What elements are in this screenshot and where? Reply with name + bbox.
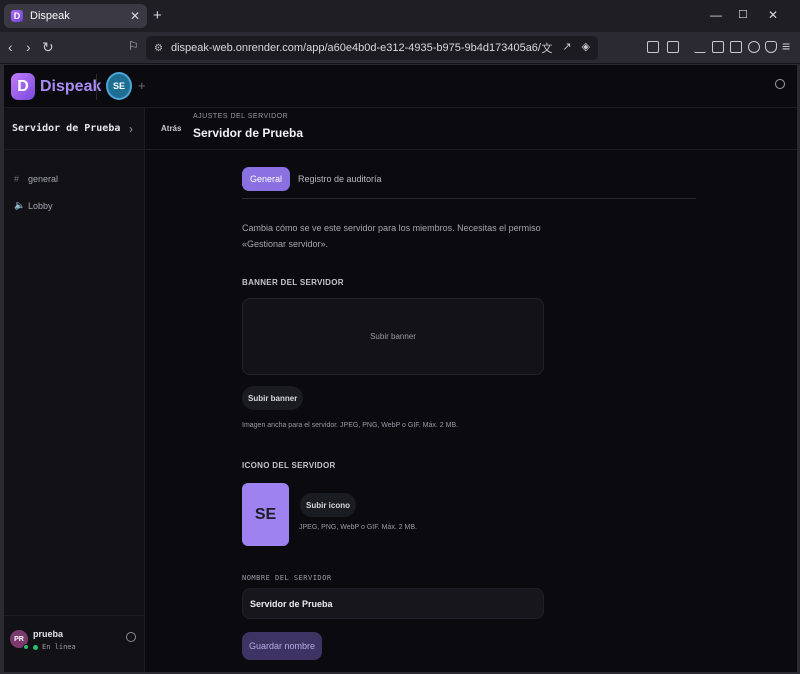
brand-name: Dispeak bbox=[40, 78, 102, 95]
download-icon[interactable] bbox=[694, 41, 706, 53]
search-icon[interactable] bbox=[775, 79, 785, 89]
wallet-icon[interactable] bbox=[730, 41, 742, 53]
name-field-label: NOMBRE DEL SERVIDOR bbox=[242, 574, 332, 582]
reader-icon[interactable] bbox=[667, 41, 679, 53]
channel-sidebar: Servidor de Prueba › # general 🔈 Lobby P… bbox=[4, 108, 145, 672]
minimize-window-icon[interactable]: — bbox=[710, 8, 722, 22]
channel-label: Lobby bbox=[28, 200, 53, 211]
extensions-icon[interactable] bbox=[647, 41, 659, 53]
back-button[interactable]: Atrás bbox=[161, 124, 181, 133]
sidebar-toggle-icon[interactable] bbox=[712, 41, 724, 53]
icon-hint: JPEG, PNG, WebP o GIF. Máx. 2 MB. bbox=[299, 524, 417, 531]
close-window-icon[interactable]: ✕ bbox=[768, 8, 778, 22]
banner-hint: Imagen ancha para el servidor. JPEG, PNG… bbox=[242, 422, 459, 429]
gear-icon[interactable] bbox=[126, 632, 136, 642]
upload-icon-button[interactable]: Subir icono bbox=[300, 493, 356, 517]
topbar-divider bbox=[96, 74, 97, 100]
tab-audit-log[interactable]: Registro de auditoría bbox=[290, 167, 390, 191]
ai-icon[interactable] bbox=[748, 41, 760, 53]
translate-icon[interactable]: 文 bbox=[541, 40, 552, 56]
settings-header: Atrás AJUSTES DEL SERVIDOR Servidor de P… bbox=[145, 108, 797, 150]
browser-tab-title: Dispeak bbox=[30, 10, 70, 22]
channel-general[interactable]: # general bbox=[14, 174, 58, 184]
url-text: dispeak-web.onrender.com/app/a60e4b0d-e3… bbox=[170, 42, 541, 54]
server-header[interactable]: Servidor de Prueba › bbox=[4, 108, 145, 150]
icon-section-label: ICONO DEL SERVIDOR bbox=[242, 461, 336, 470]
app-topbar: D Dispeak SE + bbox=[4, 65, 797, 108]
close-tab-icon[interactable]: ✕ bbox=[130, 9, 140, 23]
site-info-icon[interactable]: ⚙ bbox=[154, 43, 163, 54]
status-text: En línea bbox=[42, 643, 76, 651]
banner-placeholder: Subir banner bbox=[370, 332, 416, 341]
user-status: En línea bbox=[33, 643, 76, 651]
settings-tabs: General Registro de auditoría bbox=[242, 165, 696, 199]
add-server-button[interactable]: + bbox=[138, 78, 146, 93]
chevron-right-icon: › bbox=[129, 122, 133, 136]
share-icon[interactable]: ↗ bbox=[562, 40, 571, 56]
server-icon-preview[interactable]: SE bbox=[242, 483, 289, 546]
settings-description: Cambia cómo se ve este servidor para los… bbox=[242, 223, 541, 249]
hash-icon: # bbox=[14, 174, 20, 184]
new-tab-button[interactable]: + bbox=[153, 7, 162, 24]
upload-banner-button[interactable]: Subir banner bbox=[242, 386, 304, 410]
channel-label: general bbox=[28, 174, 59, 184]
bookmark-icon[interactable]: ⚐ bbox=[128, 39, 139, 53]
settings-main: Atrás AJUSTES DEL SERVIDOR Servidor de P… bbox=[145, 108, 797, 672]
page-title: Servidor de Prueba bbox=[193, 126, 304, 140]
online-dot-icon bbox=[23, 644, 29, 650]
maximize-window-icon[interactable]: ☐ bbox=[738, 8, 748, 21]
browser-tab[interactable]: D Dispeak ✕ bbox=[4, 4, 147, 28]
browser-window: D Dispeak ✕ + — ☐ ✕ ‹ › ↻ ⚐ ⚙ dispeak-we… bbox=[0, 0, 800, 674]
forward-nav-icon[interactable]: › bbox=[26, 39, 31, 55]
address-bar[interactable]: ⚙ dispeak-web.onrender.com/app/a60e4b0d-… bbox=[146, 36, 598, 60]
shield-icon[interactable]: ◈ bbox=[582, 40, 590, 56]
menu-icon[interactable]: ≡ bbox=[782, 38, 790, 54]
speaker-icon: 🔈 bbox=[14, 200, 26, 210]
banner-dropzone[interactable]: Subir banner bbox=[242, 298, 544, 375]
tab-strip: D Dispeak ✕ + — ☐ ✕ bbox=[0, 0, 800, 32]
username: prueba bbox=[33, 629, 64, 639]
tab-general[interactable]: General bbox=[242, 167, 291, 191]
server-name-input[interactable] bbox=[242, 588, 544, 619]
vpn-icon[interactable] bbox=[765, 41, 777, 53]
dispeak-logo-icon[interactable]: D bbox=[11, 73, 35, 100]
server-pill-active[interactable]: SE bbox=[106, 72, 132, 100]
dispeak-favicon-icon: D bbox=[11, 10, 23, 22]
navigation-bar: ‹ › ↻ ⚐ ⚙ dispeak-web.onrender.com/app/a… bbox=[0, 32, 800, 64]
back-nav-icon[interactable]: ‹ bbox=[8, 39, 13, 55]
reload-icon[interactable]: ↻ bbox=[42, 39, 54, 56]
channel-lobby[interactable]: 🔈 Lobby bbox=[14, 200, 53, 211]
server-name: Servidor de Prueba bbox=[12, 123, 121, 134]
settings-overline: AJUSTES DEL SERVIDOR bbox=[193, 113, 289, 120]
user-panel: PR prueba En línea bbox=[4, 615, 145, 672]
status-dot-icon bbox=[33, 644, 38, 650]
dispeak-app: D Dispeak SE + Servidor de Prueba › # ge… bbox=[4, 65, 797, 672]
banner-section-label: BANNER DEL SERVIDOR bbox=[242, 278, 344, 287]
save-name-button[interactable]: Guardar nombre bbox=[242, 632, 322, 660]
